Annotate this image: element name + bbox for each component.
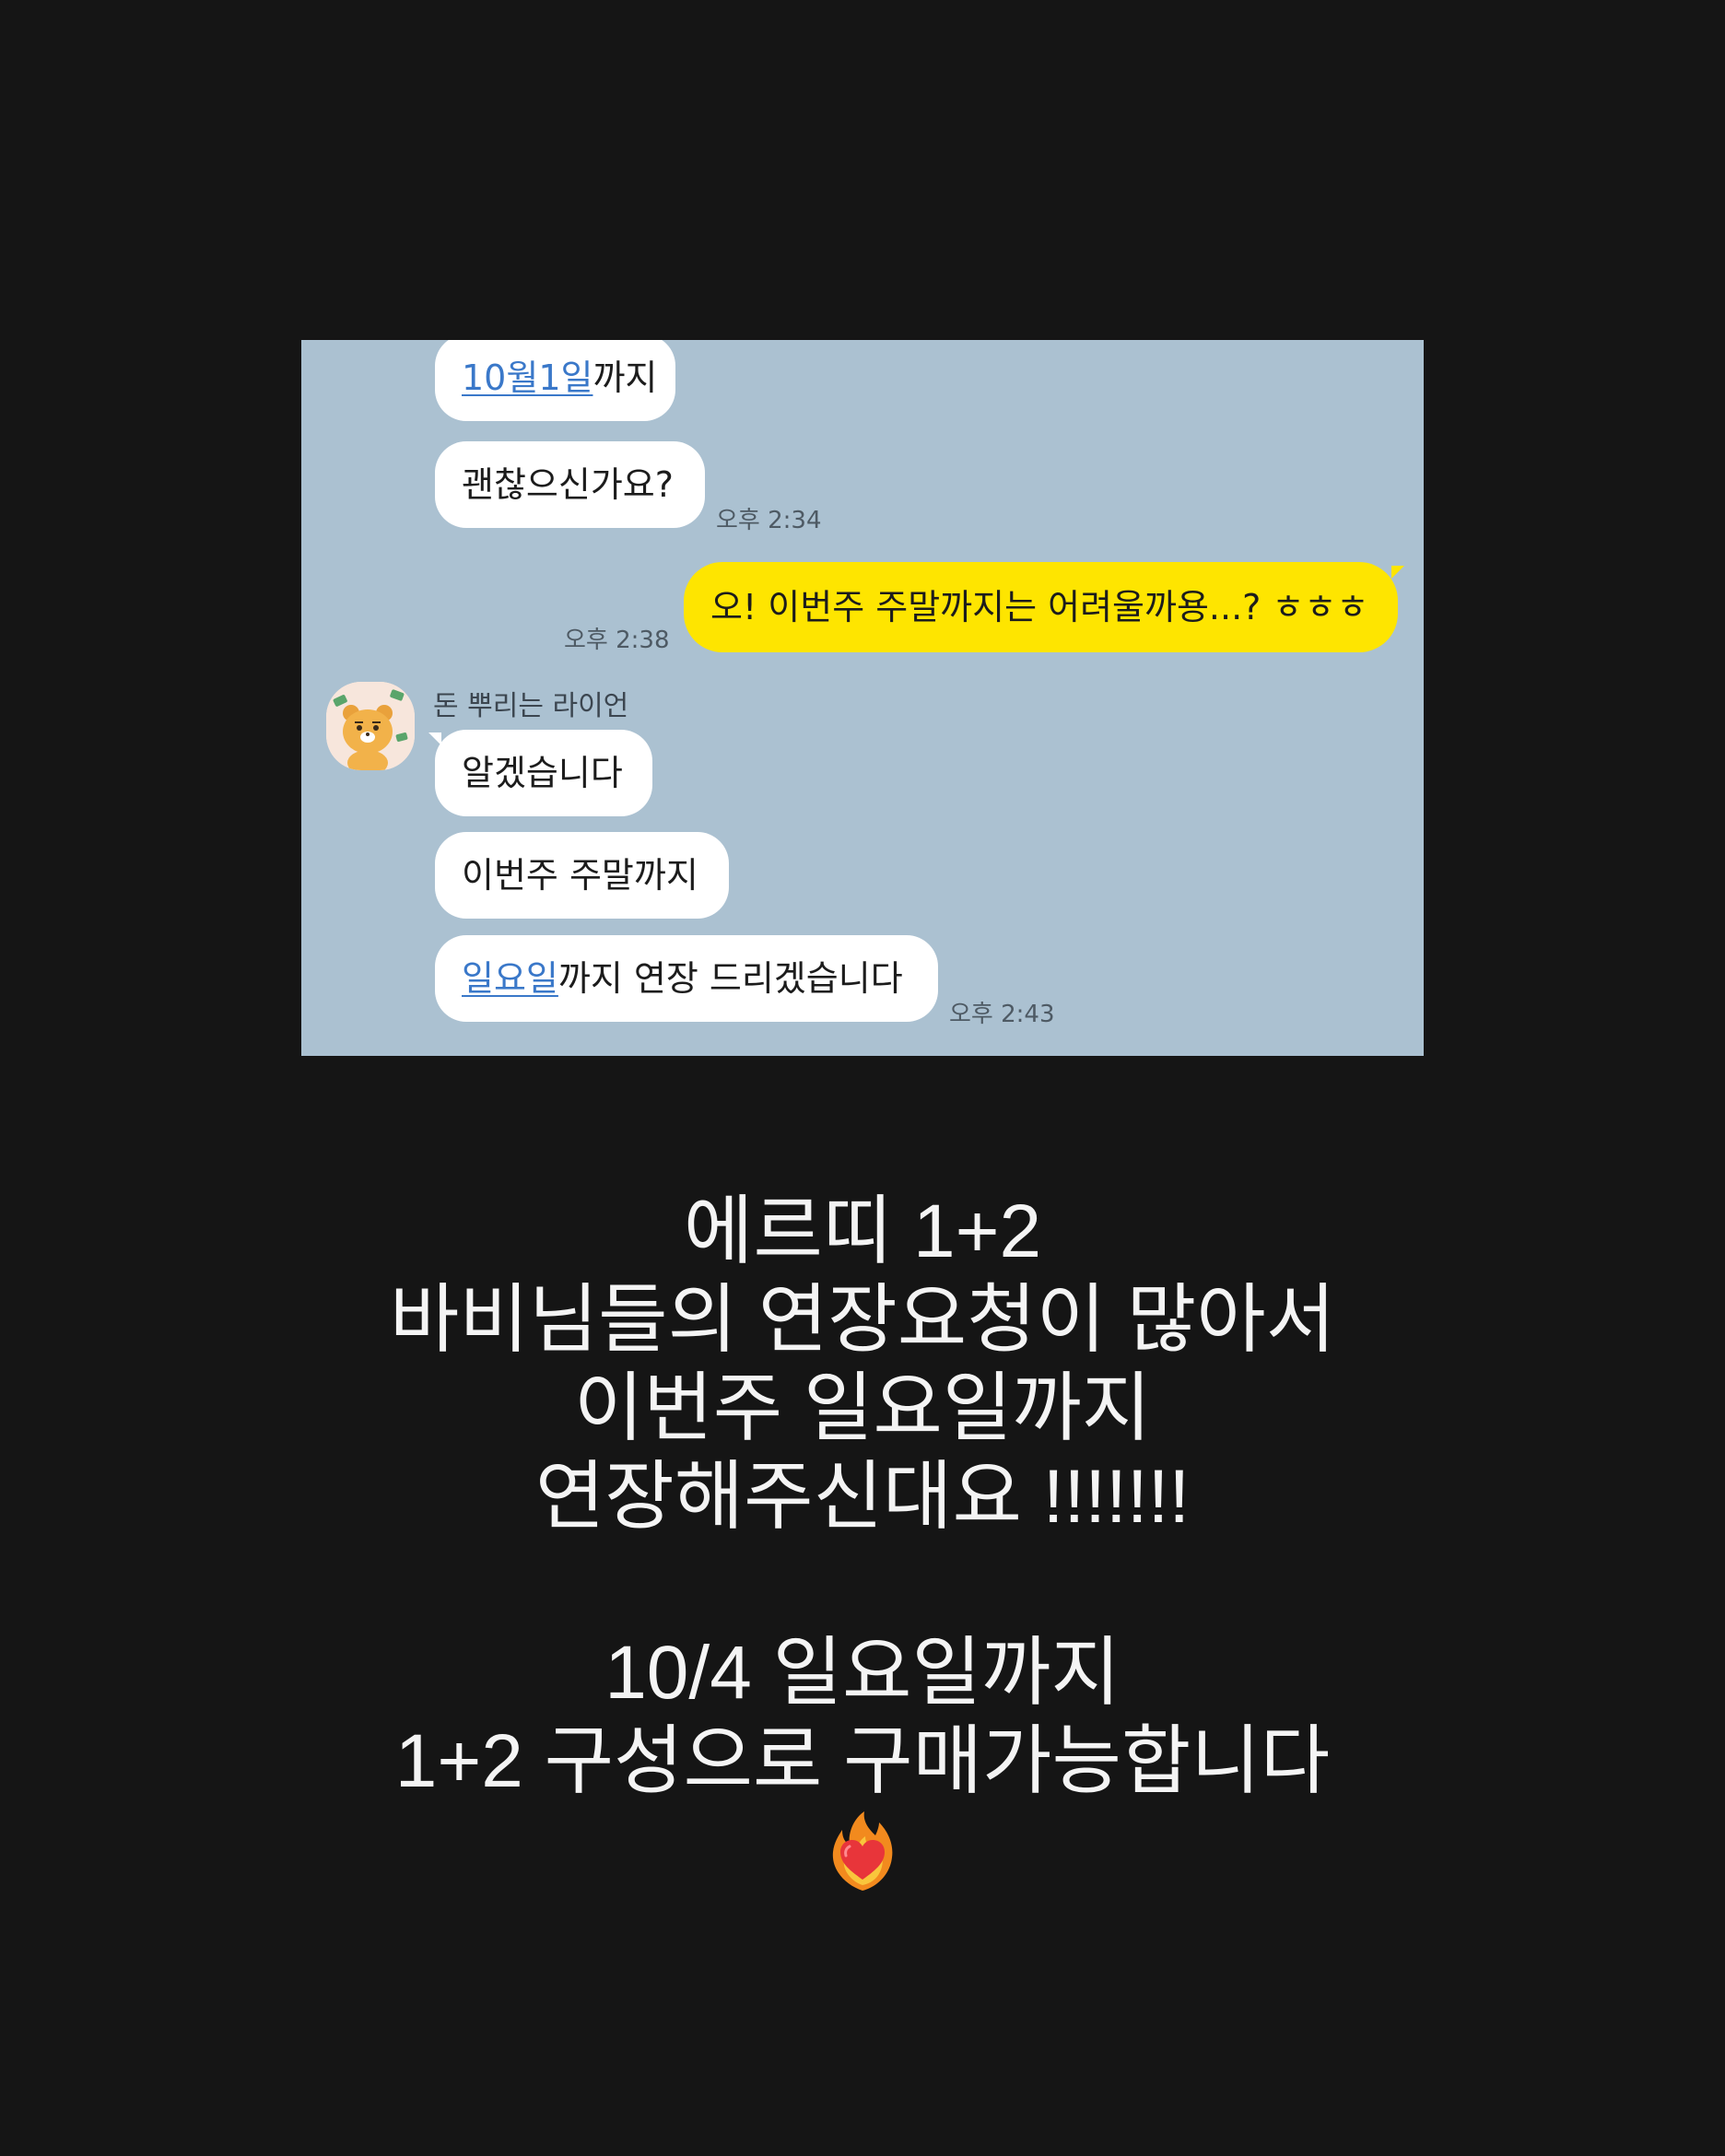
sender-name: 돈 뿌리는 라이언 xyxy=(433,690,629,722)
caption-line: 바비님들의 연장요청이 많아서 xyxy=(389,1278,1336,1362)
bubble-text: 까지 xyxy=(593,357,658,398)
bubble-text: 까지 연장 드리겠습니다 xyxy=(557,958,903,999)
chat-bubble-reply: 일요일까지 연장 드리겠습니다 xyxy=(435,935,938,1022)
caption-block-announcement: 에르띠 1+2 바비님들의 연장요청이 많아서 이번주 일요일까지 연장해주신대… xyxy=(0,1188,1725,1541)
caption-line: 에르띠 1+2 xyxy=(683,1189,1042,1273)
date-link[interactable]: 일요일 xyxy=(462,958,558,999)
bubble-text: 괜찮으신가요? xyxy=(462,464,674,505)
caption-line: 연장해주신대요 !!!!!!! xyxy=(534,1455,1191,1539)
chat-bubble-date: 10월1일까지 xyxy=(435,340,675,421)
caption-text: 1+2 구성으로 구매가능합니다 xyxy=(394,1719,1331,1803)
ryan-character-icon xyxy=(326,682,415,770)
caption-line: 10/4 일요일까지 xyxy=(604,1631,1121,1715)
chat-bubble-reply: 이번주 주말까지 xyxy=(435,832,729,919)
bubble-text: 알겠습니다 xyxy=(462,753,623,793)
bubble-text: 이번주 주말까지 xyxy=(462,855,698,896)
bubble-tail xyxy=(1391,566,1404,579)
avatar[interactable] xyxy=(326,682,415,770)
heart-on-fire-icon xyxy=(0,1806,1725,1914)
message-time: 오후 2:34 xyxy=(716,507,822,534)
message-time: 오후 2:43 xyxy=(949,1001,1055,1028)
caption-line: 이번주 일요일까지 xyxy=(573,1366,1152,1450)
caption-block-deadline: 10/4 일요일까지 1+2 구성으로 구매가능합니다 xyxy=(0,1629,1725,1914)
caption-line-with-emoji: 1+2 구성으로 구매가능합니다 xyxy=(0,1717,1725,1914)
chat-screenshot: 10월1일까지 괜찮으신가요? 오후 2:34 오! 이번주 주말까지는 어려울… xyxy=(301,340,1424,1056)
chat-bubble-outgoing: 오! 이번주 주말까지는 어려울까용...? ㅎㅎㅎ xyxy=(684,562,1398,652)
chat-bubble-reply: 알겠습니다 xyxy=(435,730,652,816)
message-time: 오후 2:38 xyxy=(564,627,670,654)
chat-bubble-question: 괜찮으신가요? xyxy=(435,441,705,528)
date-link[interactable]: 10월1일 xyxy=(462,357,593,398)
bubble-text: 오! 이번주 주말까지는 어려울까용...? ㅎㅎㅎ xyxy=(710,587,1369,627)
